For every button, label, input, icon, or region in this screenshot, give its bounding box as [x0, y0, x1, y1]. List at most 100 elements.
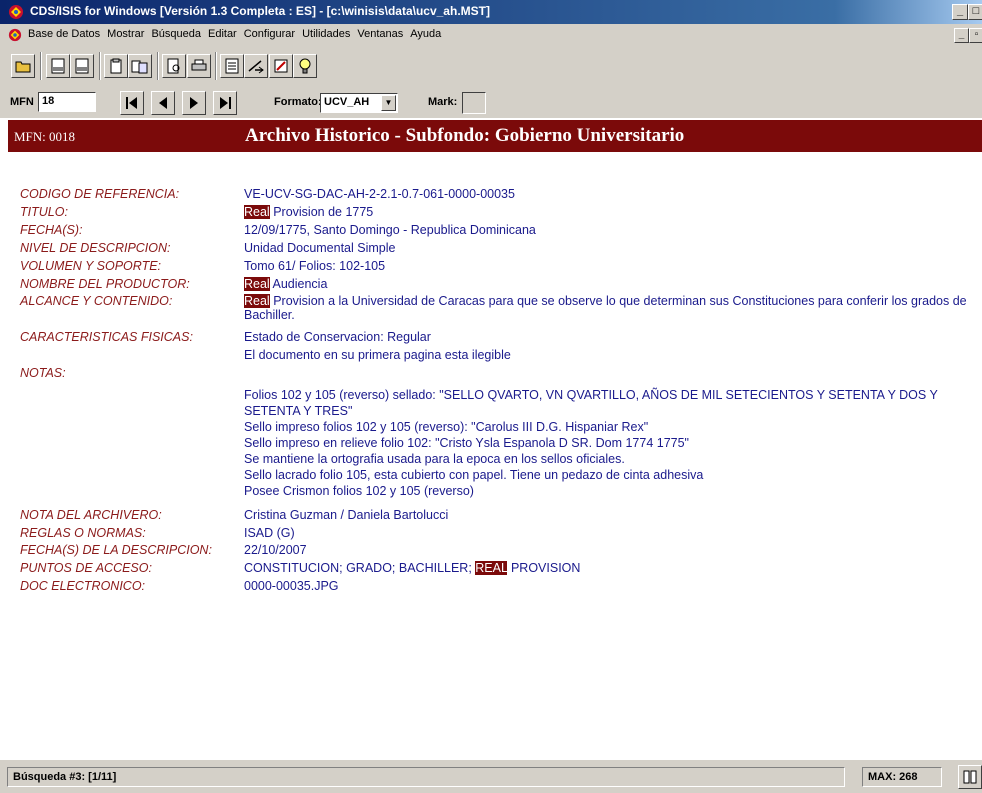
record-header-title: Archivo Historico - Subfondo: Gobierno U… — [245, 125, 685, 146]
field-value: Real Provision de 1775 — [244, 205, 974, 219]
field-value-text: CONSTITUCION; GRADO; BACHILLER; — [244, 561, 476, 575]
field-value: ISAD (G) — [244, 526, 295, 540]
search-highlight: Real — [244, 205, 270, 219]
menu-editar[interactable]: Editar — [208, 28, 237, 40]
field-line: Se mantiene la ortografia usada para la … — [244, 452, 625, 466]
field-value: 22/10/2007 — [244, 543, 307, 557]
menu-mostrar[interactable]: Mostrar — [107, 28, 144, 40]
field-label: ALCANCE Y CONTENIDO: — [20, 294, 173, 308]
chevron-down-icon[interactable]: ▼ — [381, 95, 396, 111]
status-bar: Búsqueda #3: [1/11] MAX: 268 — [0, 760, 982, 793]
field-line: El documento en su primera pagina esta i… — [244, 348, 511, 362]
document-icon[interactable] — [8, 28, 22, 42]
mark-checkbox[interactable] — [462, 92, 486, 114]
last-record-icon — [220, 97, 231, 109]
field-line: Sello impreso en relieve folio 102: "Cri… — [244, 436, 689, 450]
print-button[interactable] — [187, 54, 211, 78]
toolbar-separator — [99, 52, 101, 80]
field-label: NIVEL DE DESCRIPCION: — [20, 241, 171, 255]
mdi-restore-button[interactable]: ▫ — [969, 28, 982, 43]
field-label: NOTAS: — [20, 366, 66, 380]
menu-configurar[interactable]: Configurar — [244, 28, 295, 40]
title-bar: CDS/ISIS for Windows [Versión 1.3 Comple… — [0, 0, 982, 24]
form-button[interactable] — [220, 54, 244, 78]
field-label: CODIGO DE REFERENCIA: — [20, 187, 180, 201]
form-icon — [225, 58, 239, 74]
field-value: Real Audiencia — [244, 277, 974, 291]
folder-icon — [15, 61, 31, 73]
txt-export-button[interactable] — [46, 54, 70, 78]
minimize-button[interactable]: _ — [952, 4, 968, 20]
previous-icon — [159, 97, 167, 109]
format-value: UCV_AH — [324, 96, 370, 108]
previous-record-button[interactable] — [151, 91, 175, 115]
menu-base-de-datos[interactable]: Base de Datos — [28, 28, 100, 40]
pencil-icon — [274, 59, 288, 73]
max-mfn-status: MAX: 268 — [862, 767, 942, 787]
menu-ventanas[interactable]: Ventanas — [357, 28, 403, 40]
field-value: Tomo 61/ Folios: 102-105 — [244, 259, 386, 273]
lightbulb-icon — [299, 58, 311, 74]
mdi-minimize-button[interactable]: _ — [954, 28, 969, 43]
menu-busqueda[interactable]: Búsqueda — [151, 28, 201, 40]
help-tips-button[interactable] — [293, 54, 317, 78]
clipboard-icon — [110, 58, 122, 74]
field-label: FECHA(S): — [20, 223, 83, 237]
field-value: 12/09/1775, Santo Domingo - Republica Do… — [244, 223, 536, 237]
first-record-icon — [126, 97, 137, 109]
book-icon — [963, 770, 977, 784]
field-value-text: Provision a la Universidad de Caracas pa… — [244, 294, 967, 322]
field-value: Unidad Documental Simple — [244, 241, 396, 255]
navigation-bar: MFN 18 Formato: UCV_AH ▼ Mark: — [0, 89, 982, 118]
paste-button[interactable] — [128, 54, 152, 78]
record-mfn: MFN: 0018 — [14, 129, 76, 144]
toolbar — [0, 45, 982, 89]
toolbar-separator — [157, 52, 159, 80]
field-value-text: PROVISION — [507, 561, 581, 575]
field-label: NOMBRE DEL PRODUCTOR: — [20, 277, 190, 291]
rtf-export-button[interactable] — [70, 54, 94, 78]
menu-ayuda[interactable]: Ayuda — [410, 28, 441, 40]
field-label: PUNTOS DE ACCESO: — [20, 561, 152, 575]
printer-icon — [191, 59, 207, 71]
maximize-button[interactable]: □ — [968, 4, 982, 20]
mfn-label: MFN — [10, 96, 34, 108]
field-label: VOLUMEN Y SOPORTE: — [20, 259, 162, 273]
field-value-text: Audiencia — [269, 277, 328, 291]
field-label: FECHA(S) DE LA DESCRIPCION: — [20, 543, 212, 557]
search-highlight: REAL — [475, 561, 508, 575]
menu-items: Base de Datos Mostrar Búsqueda Editar Co… — [28, 28, 441, 40]
field-line: Folios 102 y 105 (reverso) sellado: "SEL… — [244, 388, 938, 418]
field-value: CONSTITUCION; GRADO; BACHILLER; REAL PRO… — [244, 561, 974, 575]
first-record-button[interactable] — [120, 91, 144, 115]
mfn-input[interactable]: 18 — [38, 92, 96, 112]
copy-button[interactable] — [104, 54, 128, 78]
last-record-button[interactable] — [213, 91, 237, 115]
format-select[interactable]: UCV_AH ▼ — [320, 93, 398, 113]
field-value: Real Provision a la Universidad de Carac… — [244, 294, 974, 322]
next-record-button[interactable] — [182, 91, 206, 115]
record-header: MFN: 0018 Archivo Historico - Subfondo: … — [8, 120, 982, 152]
field-value: Folios 102 y 105 (reverso) sellado: "SEL… — [244, 387, 974, 499]
edit-button[interactable] — [269, 54, 293, 78]
field-value[interactable]: 0000-00035.JPG — [244, 579, 974, 593]
menu-utilidades[interactable]: Utilidades — [302, 28, 350, 40]
field-line: Estado de Conservacion: Regular — [244, 330, 431, 344]
menu-bar: Base de Datos Mostrar Búsqueda Editar Co… — [0, 24, 982, 45]
rtf-document-icon — [75, 58, 89, 74]
field-label: CARACTERISTICAS FISICAS: — [20, 330, 193, 344]
next-icon — [190, 97, 198, 109]
field-line: Sello lacrado folio 105, esta cubierto c… — [244, 468, 704, 482]
record-display: CODIGO DE REFERENCIA: VE-UCV-SG-DAC-AH-2… — [0, 152, 982, 732]
field-value: VE-UCV-SG-DAC-AH-2-2.1-0.7-061-0000-0003… — [244, 187, 515, 201]
field-label: DOC ELECTRONICO: — [20, 579, 146, 593]
search-highlight: Real — [244, 294, 270, 308]
link-button[interactable] — [244, 54, 268, 78]
field-value: Cristina Guzman / Daniela Bartolucci — [244, 508, 449, 522]
open-database-button[interactable] — [11, 54, 35, 78]
arrow-link-icon — [248, 60, 264, 74]
search-status: Búsqueda #3: [1/11] — [7, 767, 845, 787]
print-preview-button[interactable] — [162, 54, 186, 78]
field-label: TITULO: — [20, 205, 68, 219]
browse-button[interactable] — [958, 765, 982, 789]
